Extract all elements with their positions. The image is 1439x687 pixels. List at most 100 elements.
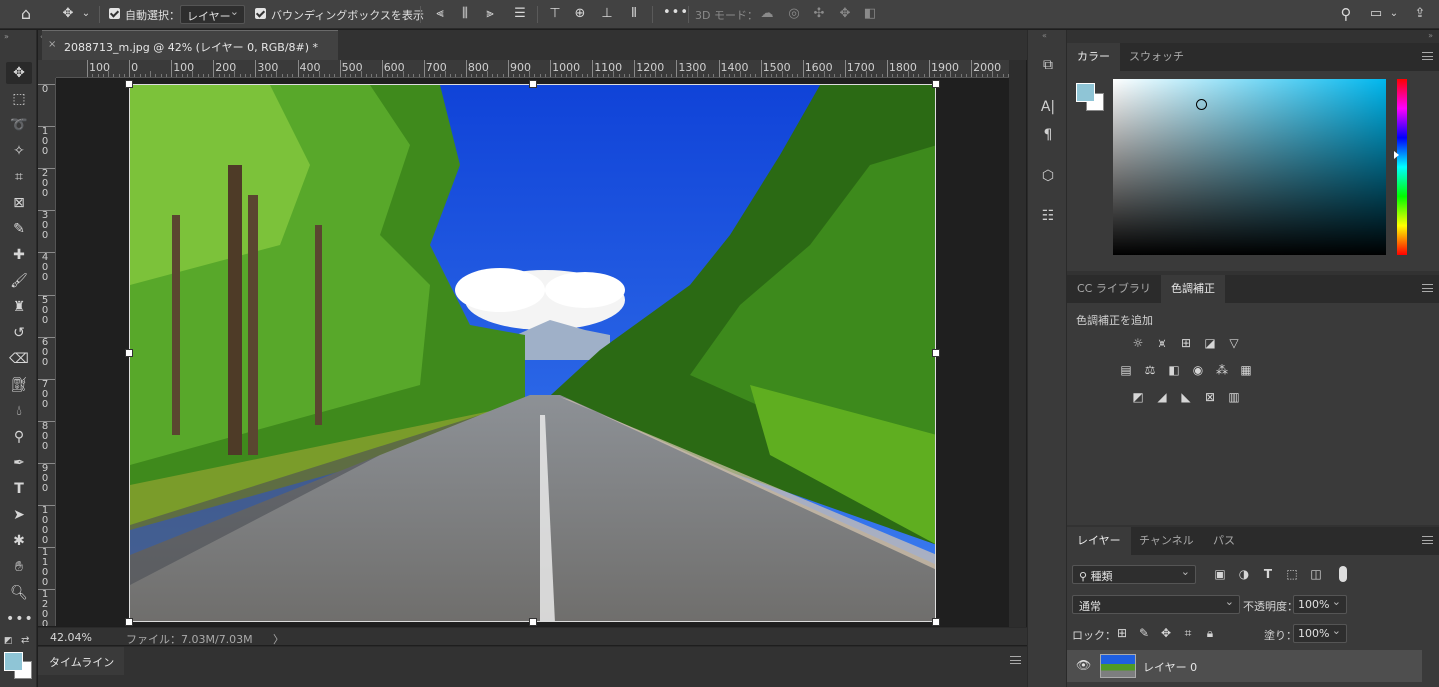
threshold-icon[interactable]: ◣	[1178, 389, 1194, 405]
layer-row[interactable]: 👁︎ レイヤー 0	[1067, 650, 1422, 682]
home-icon[interactable]: ⌂	[16, 5, 36, 23]
vibrance-icon[interactable]: ▽	[1226, 335, 1242, 351]
vertical-scrollbar[interactable]	[1009, 60, 1026, 627]
lock-image-pixels-icon[interactable]: ✎	[1136, 625, 1152, 641]
share-icon[interactable]: ⇪	[1410, 5, 1430, 23]
prevent-autonest-icon[interactable]: ⌗	[1180, 625, 1196, 641]
workspace-chevron-icon[interactable]: ⌄	[1388, 5, 1400, 23]
edit-toolbar-icon[interactable]: •••	[6, 608, 33, 630]
color-field[interactable]	[1113, 79, 1386, 255]
align-vertical-centers-icon[interactable]: ⊕	[570, 5, 590, 23]
distribute-horizontal-icon[interactable]: ⦀	[624, 5, 644, 23]
history-panel-icon[interactable]: ⧉	[1036, 54, 1060, 76]
filter-smart-objects-icon[interactable]: ◫	[1308, 566, 1324, 582]
layer-name[interactable]: レイヤー 0	[1143, 659, 1197, 675]
selective-color-icon[interactable]: ⊠	[1202, 389, 1218, 405]
align-right-edges-icon[interactable]: ⫸	[480, 5, 500, 23]
ruler-origin[interactable]	[38, 60, 56, 78]
filter-shape-layers-icon[interactable]: ⬚	[1284, 566, 1300, 582]
type-tool-icon[interactable]: T	[6, 478, 32, 500]
transform-handle-bottom-right[interactable]	[932, 618, 940, 626]
hue-slider-thumb[interactable]	[1394, 151, 1399, 159]
color-lookup-icon[interactable]: ▦	[1238, 362, 1254, 378]
character-panel-icon[interactable]: A|	[1036, 96, 1060, 118]
color-panel-menu-icon[interactable]	[1422, 52, 1433, 60]
zoom-tool-icon[interactable]: 🔍︎	[6, 582, 32, 604]
transform-handle-top-right[interactable]	[932, 80, 940, 88]
eraser-tool-icon[interactable]: ⌫	[6, 348, 32, 370]
3d-panel-icon[interactable]: ⬡	[1036, 165, 1060, 187]
lasso-tool-icon[interactable]: ➰	[6, 114, 32, 136]
zoom-level[interactable]: 42.04%	[50, 631, 92, 644]
tab-paths[interactable]: パス	[1203, 527, 1245, 555]
transform-handle-bottom[interactable]	[529, 618, 537, 626]
foreground-color-chip[interactable]	[1076, 83, 1095, 102]
tab-adjustments[interactable]: 色調補正	[1161, 275, 1225, 303]
dodge-tool-icon[interactable]: ⚲	[6, 426, 32, 448]
adjustments-panel-menu-icon[interactable]	[1422, 284, 1433, 292]
path-selection-tool-icon[interactable]: ➤	[6, 504, 32, 526]
transform-handle-top-left[interactable]	[125, 80, 133, 88]
move-tool-icon[interactable]: ✥	[58, 5, 78, 23]
levels-icon[interactable]: ⩙	[1154, 335, 1170, 351]
healing-brush-tool-icon[interactable]: ✚	[6, 244, 32, 266]
brush-tool-icon[interactable]: 🖌︎	[6, 270, 32, 292]
distribute-vertical-icon[interactable]: ☰	[510, 5, 530, 23]
clone-stamp-tool-icon[interactable]: ♜	[6, 296, 32, 318]
align-left-edges-icon[interactable]: ⫷	[430, 5, 450, 23]
opacity-field[interactable]: 100%	[1293, 595, 1347, 614]
marquee-tool-icon[interactable]: ⬚	[6, 88, 32, 110]
transform-handle-left[interactable]	[125, 349, 133, 357]
transform-handle-right[interactable]	[932, 349, 940, 357]
vertical-ruler[interactable]: 0 1 0 0 2 0 0 3 0 0 4 0 0 5 0 0 6 0 0 7 0 0 8 0 …	[38, 78, 56, 626]
magic-wand-tool-icon[interactable]: ✧	[6, 140, 32, 162]
photo-filter-icon[interactable]: ◉	[1190, 362, 1206, 378]
invert-icon[interactable]: ◩	[1130, 389, 1146, 405]
horizontal-ruler[interactable]: 100 0 100 200 300 400 500 600 700 800 900 1000 1100 1…	[56, 60, 1009, 78]
pen-tool-icon[interactable]: ✒	[6, 452, 32, 474]
blur-tool-icon[interactable]: 💧︎	[6, 400, 32, 422]
document-image[interactable]	[129, 84, 936, 622]
auto-select-target-dropdown[interactable]: レイヤー	[180, 5, 245, 24]
show-bounding-box-checkbox[interactable]	[255, 8, 266, 19]
lock-position-icon[interactable]: ✥	[1158, 625, 1174, 641]
exposure-icon[interactable]: ◪	[1202, 335, 1218, 351]
timeline-tab[interactable]: タイムライン	[38, 647, 124, 675]
eyedropper-tool-icon[interactable]: ✎	[6, 218, 32, 240]
lock-transparent-pixels-icon[interactable]: ⊞	[1114, 625, 1130, 641]
collapse-toolbar-icon[interactable]: »	[4, 32, 9, 41]
default-colors-icon[interactable]: ◩	[4, 636, 13, 646]
transform-handle-top[interactable]	[529, 80, 537, 88]
properties-panel-icon[interactable]: ☷	[1036, 205, 1060, 227]
brightness-contrast-icon[interactable]: ☼	[1130, 335, 1146, 351]
tab-channels[interactable]: チャンネル	[1129, 527, 1204, 555]
filter-pixel-layers-icon[interactable]: ▣	[1212, 566, 1228, 582]
foreground-color-swatch[interactable]	[4, 652, 23, 671]
collapse-panels-icon[interactable]: »	[1428, 31, 1433, 40]
align-top-edges-icon[interactable]: ⊤	[545, 5, 565, 23]
layer-thumbnail[interactable]	[1100, 654, 1136, 678]
transform-handle-bottom-left[interactable]	[125, 618, 133, 626]
filter-type-layers-icon[interactable]: T	[1260, 566, 1276, 582]
swap-colors-icon[interactable]: ⇄	[21, 635, 29, 646]
layers-panel-menu-icon[interactable]	[1422, 536, 1433, 544]
tab-layers[interactable]: レイヤー	[1067, 527, 1131, 555]
blend-mode-dropdown[interactable]: 通常	[1072, 595, 1240, 614]
history-brush-tool-icon[interactable]: ↺	[6, 322, 32, 344]
auto-select-checkbox[interactable]	[109, 8, 120, 19]
collapse-arrows-icon[interactable]: «	[1042, 31, 1047, 40]
layer-visibility-eye-icon[interactable]: 👁︎	[1076, 658, 1091, 672]
curves-icon[interactable]: ⊞	[1178, 335, 1194, 351]
paint-bucket-tool-icon[interactable]: ⛽︎	[6, 374, 32, 396]
frame-tool-icon[interactable]: ⊠	[6, 192, 32, 214]
hue-slider[interactable]	[1397, 79, 1407, 255]
align-horizontal-centers-icon[interactable]: ⫼	[455, 5, 475, 23]
color-picker-cursor[interactable]	[1196, 99, 1207, 110]
tool-preset-chevron-icon[interactable]: ⌄	[80, 5, 92, 23]
crop-tool-icon[interactable]: ⌗	[6, 166, 32, 188]
paragraph-panel-icon[interactable]: ¶	[1036, 124, 1060, 146]
more-options-button[interactable]: •••	[663, 5, 689, 20]
search-icon[interactable]: ⚲	[1336, 5, 1356, 23]
workspace-icon[interactable]: ▭	[1366, 5, 1386, 23]
layer-filter-dropdown[interactable]: ⚲ 種類	[1072, 565, 1196, 584]
